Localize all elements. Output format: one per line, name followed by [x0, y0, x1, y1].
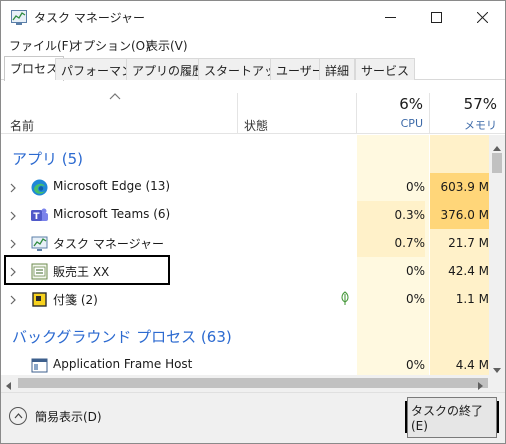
svg-text:T: T — [33, 212, 40, 222]
process-memory: 21.7 M — [448, 236, 489, 250]
fewer-details-button[interactable]: 簡易表示(D) — [9, 407, 102, 425]
process-memory: 376.0 M — [430, 201, 489, 229]
end-task-button[interactable]: タスクの終了(E) — [405, 396, 499, 438]
menu-options[interactable]: オプション(O) — [71, 37, 150, 54]
process-row-task-manager[interactable]: タスク マネージャー 0.7% 21.7 M — [1, 229, 489, 257]
chevron-up-icon — [9, 407, 27, 425]
process-name: Application Frame Host — [53, 357, 193, 371]
process-cpu: 0.7% — [357, 229, 425, 257]
edge-icon — [31, 179, 48, 196]
process-row-edge[interactable]: Microsoft Edge (13) 0% 603.9 M — [1, 173, 489, 201]
scroll-down-icon[interactable] — [493, 362, 501, 376]
task-manager-window: タスク マネージャー ファイル(F) オプション(O) 表示(V) プロセス パ… — [0, 0, 506, 444]
column-name[interactable]: 名前 — [10, 117, 34, 134]
column-divider[interactable] — [429, 93, 430, 133]
process-memory: 42.4 M — [448, 264, 489, 278]
maximize-icon — [430, 12, 442, 23]
task-manager-icon — [31, 235, 48, 252]
menu-view[interactable]: 表示(V) — [146, 37, 188, 54]
horizontal-scrollbar[interactable] — [1, 375, 505, 392]
vertical-scrollbar[interactable] — [489, 135, 505, 375]
window-title: タスク マネージャー — [34, 11, 145, 25]
process-cpu: 0% — [405, 358, 425, 372]
highlight-box — [4, 255, 170, 285]
tab-bar: プロセス パフォーマンス アプリの履歴 スタートアップ ユーザー 詳細 サービス — [1, 56, 505, 81]
group-apps: アプリ (5) — [12, 150, 84, 168]
process-name: Microsoft Edge (13) — [53, 179, 171, 193]
process-memory: 603.9 M — [430, 173, 489, 201]
close-button[interactable] — [459, 1, 505, 34]
process-cpu: 0% — [405, 180, 425, 194]
task-manager-app-icon — [11, 10, 27, 25]
menu-bar: ファイル(F) オプション(O) 表示(V) — [1, 34, 505, 56]
process-memory: 1.1 M — [455, 292, 489, 306]
process-row-app-frame-host[interactable]: Application Frame Host 0% 4.4 M — [1, 351, 489, 375]
maximize-button[interactable] — [413, 1, 459, 34]
fewer-details-label: 簡易表示(D) — [35, 409, 102, 424]
column-header: 名前 状態 6% CPU 57% メモリ — [1, 81, 505, 134]
process-name: タスク マネージャー — [53, 237, 164, 251]
scroll-up-icon[interactable] — [493, 140, 501, 154]
process-name: Microsoft Teams (6) — [53, 207, 171, 221]
process-list: アプリ (5) Microsoft Edge (13) 0% 603.9 M T… — [1, 135, 489, 375]
process-row-teams[interactable]: T Microsoft Teams (6) 0.3% 376.0 M — [1, 201, 489, 229]
sticky-notes-icon — [31, 291, 48, 308]
scroll-left-icon[interactable] — [6, 379, 11, 393]
footer: 簡易表示(D) タスクの終了(E) — [1, 392, 505, 443]
title-bar[interactable]: タスク マネージャー — [1, 1, 505, 34]
horizontal-scroll-thumb[interactable] — [18, 378, 488, 388]
column-cpu[interactable]: CPU — [373, 117, 423, 130]
process-cpu: 0% — [405, 264, 425, 278]
sort-up-icon[interactable] — [109, 89, 121, 103]
teams-icon: T — [31, 207, 48, 224]
efficiency-mode-leaf-icon — [340, 291, 350, 309]
process-cpu: 0.3% — [357, 201, 425, 229]
column-memory[interactable]: メモリ — [431, 117, 497, 133]
group-background: バックグラウンド プロセス (63) — [12, 328, 232, 346]
minimize-button[interactable] — [367, 1, 413, 34]
end-task-label: タスクの終了(E) — [407, 396, 497, 438]
expand-chevron-icon[interactable] — [10, 182, 16, 196]
menu-file[interactable]: ファイル(F) — [9, 37, 73, 54]
column-status[interactable]: 状態 — [244, 117, 268, 134]
minimize-icon — [384, 17, 396, 18]
process-memory: 4.4 M — [455, 358, 489, 372]
app-frame-icon — [31, 357, 48, 374]
tab-services[interactable]: サービス — [355, 58, 416, 80]
tab-details[interactable]: 詳細 — [319, 58, 356, 80]
expand-chevron-icon[interactable] — [10, 294, 16, 308]
scroll-right-icon[interactable] — [478, 379, 483, 393]
close-icon — [476, 12, 488, 23]
process-cpu: 0% — [405, 292, 425, 306]
memory-total-percent: 57% — [463, 95, 497, 113]
vertical-scroll-thumb[interactable] — [492, 153, 502, 173]
process-row-sticky-notes[interactable]: 付箋 (2) 0% 1.1 M — [1, 285, 489, 313]
column-divider[interactable] — [356, 93, 357, 133]
expand-chevron-icon[interactable] — [10, 238, 16, 252]
cpu-total-percent: 6% — [399, 95, 423, 113]
expand-chevron-icon[interactable] — [10, 210, 16, 224]
process-name: 付箋 (2) — [53, 293, 98, 307]
column-divider[interactable] — [237, 93, 238, 133]
